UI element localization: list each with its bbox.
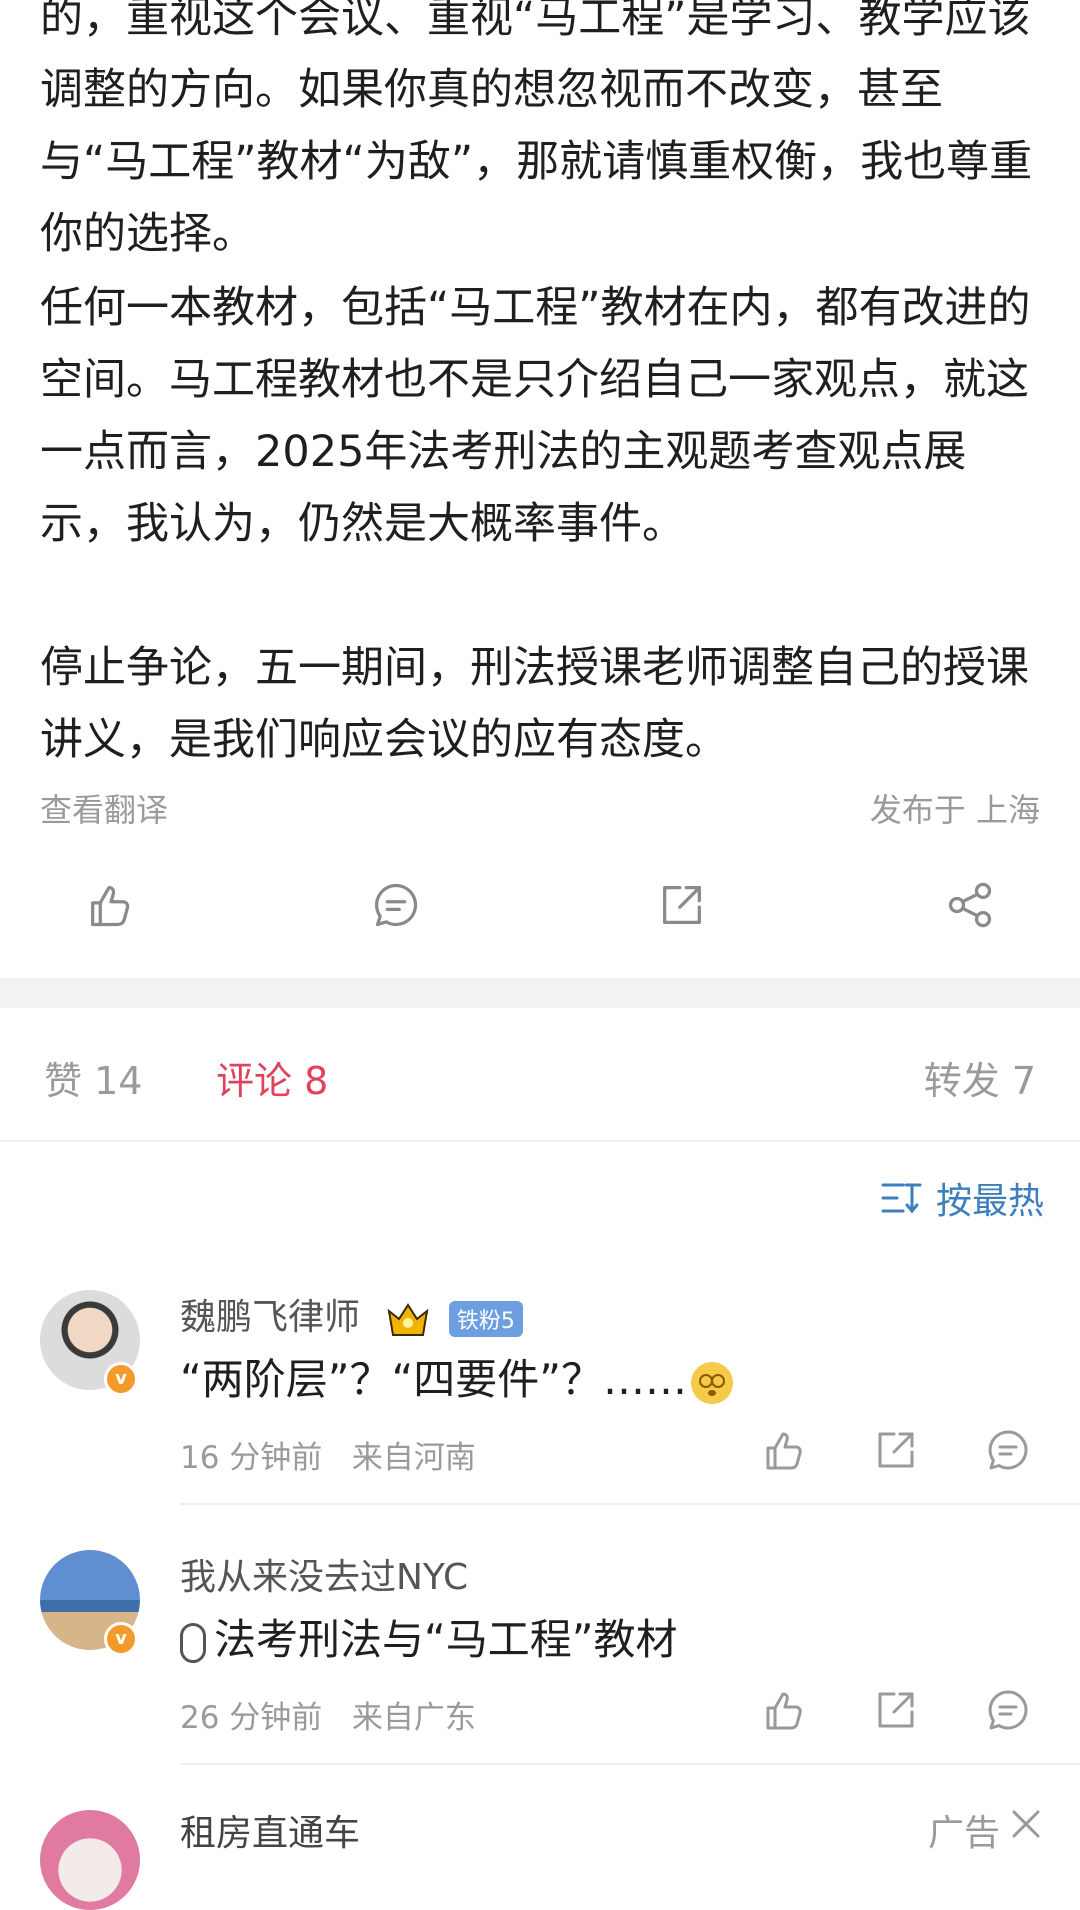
comment-icon	[988, 1690, 1028, 1730]
post-paragraph: 停止争论，五一期间，刑法授课老师调整自己的授课讲义，是我们响应会议的应有态度。	[40, 643, 1029, 765]
comment-reply-button[interactable]	[984, 1426, 1032, 1474]
repost-icon	[663, 886, 701, 924]
comment-reply-button[interactable]	[984, 1686, 1032, 1734]
sort-icon	[881, 1183, 922, 1214]
microphone-icon	[180, 1622, 206, 1663]
comment-repost-button[interactable]	[872, 1686, 920, 1734]
thumbs-up-icon	[91, 886, 130, 927]
comment-username[interactable]: 魏鹏飞律师 铁粉5	[180, 1288, 523, 1340]
tab-reposts[interactable]: 转发 7	[924, 1050, 1036, 1105]
tabs-divider	[0, 1140, 1080, 1142]
comment-separator	[180, 1763, 1080, 1765]
share-button[interactable]	[940, 870, 1000, 940]
comment-like-button[interactable]	[760, 1686, 808, 1734]
dizzy-face-emoji-icon	[691, 1361, 734, 1404]
thumbs-up-icon	[766, 1692, 802, 1730]
comment-location: 来自河南	[351, 1440, 476, 1476]
like-button[interactable]	[80, 870, 140, 940]
comment-meta: 26 分钟前 来自广东	[180, 1692, 476, 1737]
crown-icon	[388, 1303, 429, 1336]
ad-label: 广告	[927, 1813, 1000, 1854]
repost-icon	[878, 1432, 914, 1468]
comment-text: “两阶层”？“四要件”？……	[180, 1346, 734, 1407]
tab-likes[interactable]: 赞 14	[44, 1050, 142, 1105]
post-paragraph: 的，重视这个会议、重视“马工程”是学习、教学应该调整的方向。如果你真的想忽视而不…	[40, 0, 1033, 259]
translate-link[interactable]: 查看翻译	[40, 791, 168, 829]
fan-level-badge: 铁粉5	[448, 1301, 523, 1337]
close-ad-button[interactable]	[1008, 1806, 1044, 1842]
comment-icon	[375, 883, 418, 927]
thumbs-up-icon	[766, 1432, 802, 1470]
comment-time: 16 分钟前	[180, 1440, 323, 1476]
comment-meta: 16 分钟前 来自河南	[180, 1432, 476, 1477]
comment-text: 法考刑法与“马工程”教材	[180, 1606, 678, 1667]
post-paragraph: 任何一本教材，包括“马工程”教材在内，都有改进的空间。马工程教材也不是只介绍自己…	[40, 283, 1031, 549]
ad-username[interactable]: 租房直通车	[180, 1804, 360, 1856]
comment-time: 26 分钟前	[180, 1700, 323, 1736]
close-icon	[1012, 1810, 1040, 1838]
verified-badge: v	[104, 1362, 138, 1396]
verified-badge: v	[104, 1622, 138, 1656]
comment-separator	[180, 1503, 1080, 1505]
post-location: 发布于 上海	[869, 791, 1040, 829]
comment-icon	[988, 1430, 1028, 1470]
avatar[interactable]	[40, 1810, 140, 1910]
share-icon	[948, 882, 992, 928]
comment-button[interactable]	[366, 870, 426, 940]
sort-label: 按最热	[935, 1181, 1044, 1222]
repost-button[interactable]	[652, 870, 712, 940]
tab-comments[interactable]: 评论 8	[216, 1050, 328, 1105]
comment-repost-button[interactable]	[872, 1426, 920, 1474]
sort-control[interactable]: 按最热	[880, 1172, 1044, 1224]
comment-username[interactable]: 我从来没去过NYC	[180, 1548, 468, 1600]
comment-like-button[interactable]	[760, 1426, 808, 1474]
comment-location: 来自广东	[351, 1700, 476, 1736]
engagement-tabs: 赞 14 评论 8 转发 7	[0, 1050, 1080, 1110]
post-action-bar	[0, 870, 1080, 940]
post-meta: 查看翻译 发布于 上海	[40, 785, 1040, 831]
repost-icon	[878, 1692, 914, 1728]
section-divider	[0, 978, 1080, 1008]
